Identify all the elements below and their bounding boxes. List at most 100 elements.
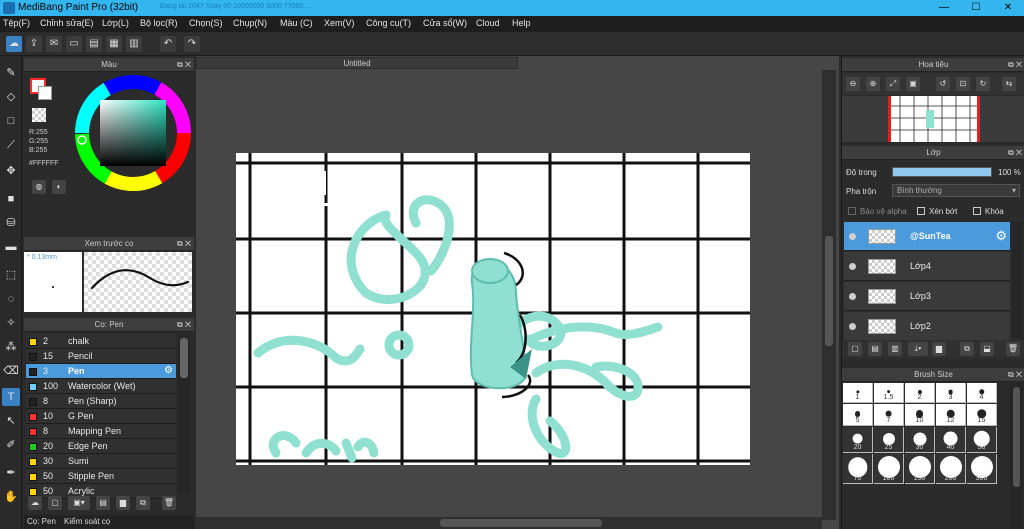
line-tool-icon[interactable]: ⟋ bbox=[2, 136, 20, 154]
menu-snap[interactable]: Chụp(N) bbox=[233, 18, 267, 28]
pen-tool-icon[interactable]: ✒ bbox=[2, 464, 20, 482]
delete-brush-icon[interactable]: 🗑 bbox=[162, 496, 176, 510]
actual-size-icon[interactable]: ▣ bbox=[906, 77, 920, 91]
layer-row[interactable]: Lớp2 bbox=[844, 312, 1010, 341]
brush-size-cell[interactable]: 40 bbox=[936, 427, 966, 453]
brush-list-scroll-thumb[interactable] bbox=[180, 338, 188, 378]
zoom-out-icon[interactable]: ⊖ bbox=[846, 77, 860, 91]
vertical-scroll-thumb[interactable] bbox=[825, 236, 833, 346]
new-brush-icon[interactable]: ▢ bbox=[48, 496, 62, 510]
brush-size-cell[interactable]: 12 bbox=[936, 404, 966, 426]
lock-checkbox[interactable] bbox=[973, 207, 981, 215]
brush-size-cell[interactable]: 10 bbox=[905, 404, 935, 426]
brush-list-item[interactable]: 10 G Pen bbox=[26, 409, 176, 424]
export-icon[interactable]: ⇪ bbox=[26, 36, 42, 52]
brush-size-cell[interactable]: 3 bbox=[936, 383, 966, 403]
layer-row[interactable]: @SunTea ⚙ bbox=[844, 222, 1010, 251]
select-eraser-tool-icon[interactable]: ⌫ bbox=[2, 362, 20, 380]
menu-select[interactable]: Chọn(S) bbox=[189, 18, 223, 28]
menu-layer[interactable]: Lớp(L) bbox=[102, 18, 129, 28]
menu-view[interactable]: Xem(V) bbox=[324, 18, 355, 28]
panel-controls-icon[interactable]: ⧉ ✕ bbox=[177, 237, 191, 251]
panel-controls-icon[interactable]: ⧉ ✕ bbox=[177, 58, 191, 72]
brush-list-item[interactable]: 2 chalk bbox=[26, 334, 176, 349]
minimize-button[interactable]: — bbox=[928, 0, 960, 16]
panel-controls-icon[interactable]: ⧉ ✕ bbox=[1008, 368, 1022, 382]
vertical-scrollbar[interactable] bbox=[822, 70, 836, 520]
document-tab[interactable]: Untitled bbox=[196, 57, 518, 69]
fit-window-icon[interactable]: ⤢ bbox=[886, 77, 900, 91]
comment-icon[interactable]: ✉ bbox=[46, 36, 62, 52]
panel-controls-icon[interactable]: ⧉ ✕ bbox=[177, 318, 191, 332]
visibility-icon[interactable] bbox=[849, 323, 856, 330]
brush-size-cell[interactable]: 25 bbox=[874, 427, 904, 453]
color-wheel[interactable] bbox=[74, 74, 192, 192]
select-pen-tool-icon[interactable]: ⁂ bbox=[2, 338, 20, 356]
brush-size-cell[interactable]: 1.5 bbox=[874, 383, 904, 403]
fill-rect-tool-icon[interactable]: ■ bbox=[2, 190, 20, 208]
brush-list-item[interactable]: 20 Edge Pen bbox=[26, 439, 176, 454]
brush-size-cell[interactable]: 5 bbox=[843, 404, 873, 426]
close-button[interactable]: ✕ bbox=[992, 0, 1024, 16]
gear-icon[interactable]: ⚙ bbox=[164, 365, 173, 376]
brush-size-cell[interactable]: 300 bbox=[967, 454, 997, 484]
brush-size-cell[interactable]: 1 bbox=[843, 383, 873, 403]
brush-list-item[interactable]: 8 Mapping Pen bbox=[26, 424, 176, 439]
brush-size-cell[interactable]: 200 bbox=[936, 454, 966, 484]
duplicate-brush-icon[interactable]: ⧉ bbox=[136, 496, 150, 510]
brush-list-item[interactable]: 100 Watercolor (Wet) bbox=[26, 379, 176, 394]
new-layer-8bit-icon[interactable]: ▤ bbox=[868, 342, 882, 356]
rotate-left-icon[interactable]: ↺ bbox=[936, 77, 950, 91]
merge-layer-icon[interactable]: ⬓ bbox=[980, 342, 994, 356]
tab-brush[interactable]: Cọ: Pen bbox=[27, 517, 56, 526]
brush-size-cell[interactable]: 2 bbox=[905, 383, 935, 403]
horizontal-scroll-thumb[interactable] bbox=[440, 519, 602, 527]
brush-menu-icon[interactable]: ▣▾ bbox=[68, 496, 90, 510]
delete-layer-icon[interactable]: 🗑 bbox=[1006, 342, 1020, 356]
visibility-icon[interactable] bbox=[849, 263, 856, 270]
brush-size-cell[interactable]: 150 bbox=[905, 454, 935, 484]
visibility-icon[interactable] bbox=[849, 233, 856, 240]
menu-filter[interactable]: Bộ lọc(R) bbox=[140, 18, 178, 28]
operation-tool-icon[interactable]: ↖ bbox=[2, 412, 20, 430]
transparent-color-swatch[interactable] bbox=[32, 108, 46, 122]
color-settings-icon[interactable]: ◐ bbox=[52, 180, 66, 194]
duplicate-layer-icon[interactable]: ⧉ bbox=[960, 342, 974, 356]
palette-icon[interactable]: ◍ bbox=[32, 180, 46, 194]
brush-size-cell[interactable]: 20 bbox=[843, 427, 873, 453]
brush-size-scrollbar[interactable] bbox=[1010, 383, 1023, 529]
brush-list-item[interactable]: 15 Pencil bbox=[26, 349, 176, 364]
panel-controls-icon[interactable]: ⧉ ✕ bbox=[1008, 146, 1022, 160]
brush-list-item[interactable]: 50 Stipple Pen bbox=[26, 469, 176, 484]
add-brush-icon[interactable]: ☁ bbox=[28, 496, 42, 510]
brush-size-cell[interactable]: 7 bbox=[874, 404, 904, 426]
layer-list-scrollbar[interactable] bbox=[1012, 222, 1023, 338]
visibility-icon[interactable] bbox=[849, 293, 856, 300]
brush-size-cell[interactable]: 4 bbox=[967, 383, 997, 403]
reset-view-icon[interactable]: ⊡ bbox=[956, 77, 970, 91]
zoom-in-icon[interactable]: ⊕ bbox=[866, 77, 880, 91]
panel-icon[interactable]: ▥ bbox=[126, 36, 142, 52]
cloud-icon[interactable]: ☁ bbox=[6, 36, 22, 52]
lasso-tool-icon[interactable]: ◌ bbox=[2, 290, 20, 308]
document-icon[interactable]: ▤ bbox=[86, 36, 102, 52]
blend-mode-select[interactable]: Bình thường ▾ bbox=[892, 184, 1020, 197]
select-rect-tool-icon[interactable]: ⬚ bbox=[2, 266, 20, 284]
hand-tool-icon[interactable]: ✋ bbox=[2, 488, 20, 506]
brush-size-cell[interactable]: 15 bbox=[967, 404, 997, 426]
layer-row[interactable]: Lớp4 bbox=[844, 252, 1010, 281]
opacity-slider[interactable] bbox=[892, 167, 992, 177]
brush-tool-icon[interactable]: ✎ bbox=[2, 64, 20, 82]
page-icon[interactable]: ▭ bbox=[66, 36, 82, 52]
navigator-view[interactable] bbox=[842, 96, 1024, 142]
flip-icon[interactable]: ⇆ bbox=[1002, 77, 1016, 91]
brush-list-item[interactable]: 3 Pen ⚙ bbox=[26, 364, 176, 379]
secondary-color-swatch[interactable] bbox=[38, 86, 52, 100]
text-tool-icon[interactable]: T bbox=[2, 388, 20, 406]
menu-tools[interactable]: Công cụ(T) bbox=[366, 18, 411, 28]
gradient-tool-icon[interactable]: ▬ bbox=[2, 238, 20, 256]
menu-help[interactable]: Help bbox=[512, 18, 531, 28]
gear-icon[interactable]: ⚙ bbox=[995, 228, 1007, 244]
menu-file[interactable]: Tệp(F) bbox=[3, 18, 30, 28]
rotate-right-icon[interactable]: ↻ bbox=[976, 77, 990, 91]
